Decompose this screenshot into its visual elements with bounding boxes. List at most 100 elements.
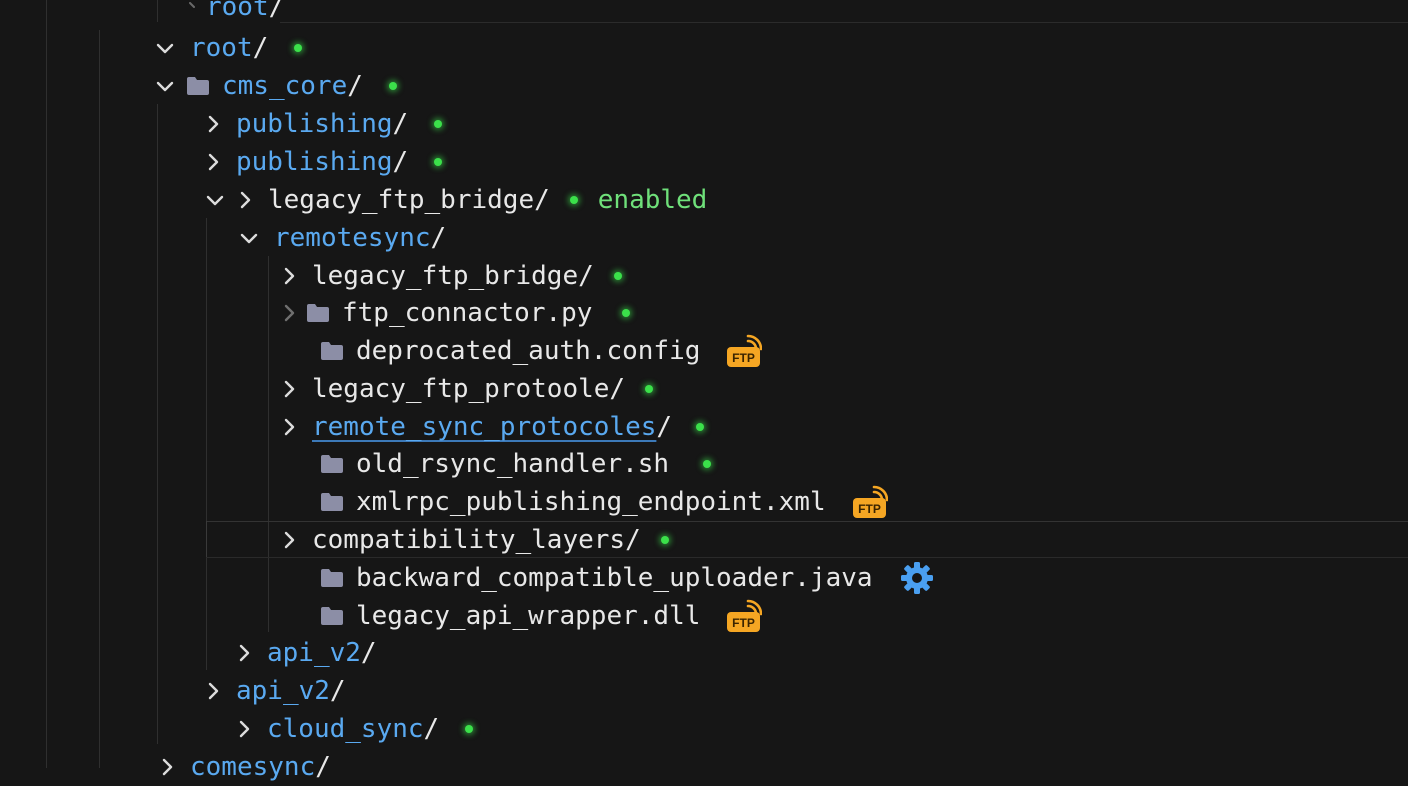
tree-row-publishing-2[interactable]: publishing / (202, 143, 443, 181)
tree-row-ftp-connactor[interactable]: ftp_connactor.py (278, 294, 631, 332)
path-slash: / (315, 752, 331, 782)
path-slash: / (430, 223, 447, 253)
gear-icon (899, 560, 935, 596)
chevron-right-icon[interactable] (278, 416, 300, 438)
folder-name: publishing (236, 147, 393, 177)
tree-row-backward-uploader[interactable]: backward_compatible_uploader.java (320, 559, 935, 597)
tree-row-publishing[interactable]: publishing / (202, 105, 443, 143)
folder-name: remote_sync_protocoles (312, 412, 657, 442)
indent-guide (99, 30, 100, 768)
status-dot (613, 272, 622, 280)
path-slash: / (329, 676, 346, 706)
path-slash: / (625, 525, 641, 555)
tree-row-legacy-ftp-bridge-2[interactable]: legacy_ftp_bridge / (278, 257, 622, 295)
chevron-right-icon[interactable] (278, 378, 300, 400)
ftp-badge-label: FTP (733, 351, 756, 365)
tree-row-cms-core[interactable]: cms_core / (154, 67, 397, 105)
chevron-right-icon[interactable] (233, 642, 255, 664)
path-slash: / (392, 109, 409, 139)
folder-name: root (190, 33, 253, 63)
indent-guide (157, 104, 158, 744)
chevron-right-icon[interactable] (202, 151, 224, 173)
folder-icon (320, 492, 344, 512)
file-name: ftp_connactor.py (342, 298, 593, 328)
file-tree: root / root / cms_core / publishing / publis… (0, 0, 1408, 782)
tree-row-cloud-sync[interactable]: cloud_sync / (233, 710, 474, 748)
file-name: backward_compatible_uploader.java (356, 563, 873, 593)
folder-icon (186, 76, 210, 96)
file-name: legacy_api_wrapper.dll (356, 601, 701, 631)
file-name: xmlrpc_publishing_endpoint.xml (356, 487, 826, 517)
status-dot (703, 460, 712, 468)
chevron-right-icon[interactable] (233, 718, 255, 740)
chevron-down-icon[interactable] (204, 189, 226, 211)
status-dot (696, 423, 705, 431)
chevron-right-icon[interactable] (202, 113, 224, 135)
status-dot (660, 536, 669, 544)
chevron-down-icon[interactable] (238, 227, 260, 249)
folder-icon (320, 341, 344, 361)
status-label: enabled (597, 185, 708, 215)
path-slash: / (347, 71, 363, 101)
row-highlight-edge (206, 521, 207, 557)
indent-guide (157, 0, 158, 22)
ftp-badge-icon: FTP (852, 484, 888, 520)
file-name: deprocated_auth.config (356, 336, 701, 366)
path-slash: / (360, 638, 377, 668)
ftp-badge-label: FTP (858, 502, 881, 516)
status-dot (434, 120, 443, 128)
folder-icon (320, 606, 344, 626)
tree-row-root[interactable]: root / (154, 29, 303, 67)
tree-row-remote-sync-protocoles[interactable]: remote_sync_protocoles / (278, 408, 705, 446)
status-dot (645, 385, 654, 393)
indent-guide (46, 0, 47, 768)
tree-row-deprocated-auth[interactable]: deprocated_auth.config FTP (320, 332, 763, 370)
folder-name: api_v2 (236, 676, 330, 706)
tree-row-xmlrpc-endpoint[interactable]: xmlrpc_publishing_endpoint.xml FTP (320, 483, 888, 521)
folder-name: root (206, 0, 269, 22)
chevron-down-icon[interactable] (154, 37, 176, 59)
chevron-right-icon[interactable] (156, 756, 178, 778)
tree-row-legacy-api-wrapper[interactable]: legacy_api_wrapper.dll FTP (320, 597, 763, 635)
path-slash: / (392, 147, 409, 177)
folder-name: cloud_sync (267, 714, 424, 744)
tree-row-compatibility-layers[interactable]: compatibility_layers / (278, 521, 669, 559)
path-slash: / (268, 0, 285, 22)
indent-guide (206, 218, 207, 670)
path-slash: / (609, 374, 626, 404)
ftp-badge-label: FTP (733, 616, 756, 630)
tree-row-api-v2[interactable]: api_v2/ (233, 634, 377, 672)
folder-name: legacy_ftp_bridge (268, 185, 535, 215)
tree-row-comesync[interactable]: comesync / (156, 748, 331, 786)
chevron-right-icon[interactable] (278, 529, 300, 551)
path-slash: / (656, 412, 673, 442)
folder-name: compatibility_layers (312, 525, 626, 555)
path-slash: / (534, 185, 550, 215)
path-slash: / (252, 33, 269, 63)
status-dot (622, 309, 631, 317)
folder-name: publishing (236, 109, 393, 139)
tree-row-legacy-ftp-protoole[interactable]: legacy_ftp_protoole / (278, 370, 654, 408)
status-dot (294, 44, 303, 52)
status-dot (434, 158, 443, 166)
folder-name: cms_core (222, 71, 348, 101)
tree-row-legacy-ftp-bridge[interactable]: legacy_ftp_bridge / enabled (204, 181, 707, 219)
chevron-down-icon[interactable] (154, 75, 176, 97)
tree-row-remotesync[interactable]: remotesync / (238, 219, 446, 257)
chevron-right-icon[interactable] (234, 189, 256, 211)
tree-row-root-partial[interactable]: root / (186, 0, 284, 26)
tree-row-old-rsync-handler[interactable]: old_rsync_handler.sh (320, 445, 712, 483)
chevron-right-icon[interactable] (278, 265, 300, 287)
folder-name: api_v2 (267, 638, 361, 668)
chevron-right-icon[interactable] (278, 302, 300, 324)
chevron-right-icon[interactable] (202, 680, 224, 702)
ftp-badge-icon: FTP (726, 598, 763, 634)
path-slash: / (578, 261, 594, 291)
folder-name: legacy_ftp_protoole (312, 374, 610, 404)
indent-guide (268, 256, 269, 632)
status-dot (465, 725, 474, 733)
folder-name: legacy_ftp_bridge (312, 261, 579, 291)
tree-row-api-v2-2[interactable]: api_v2/ (202, 672, 346, 710)
path-slash: / (423, 714, 440, 744)
status-dot (569, 196, 578, 204)
